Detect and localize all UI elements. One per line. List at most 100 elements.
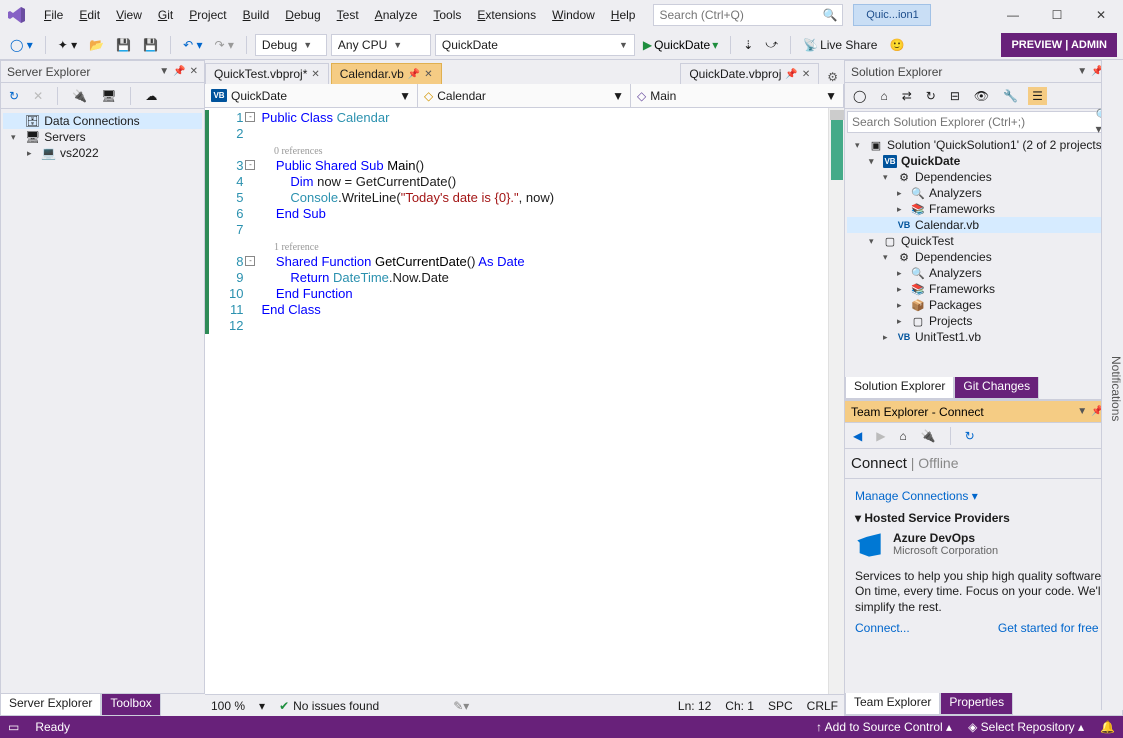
tab-toolbox[interactable]: Toolbox	[101, 694, 160, 716]
collapse-button[interactable]: ⊟	[946, 87, 964, 105]
startup-combo[interactable]: QuickDate▼	[435, 34, 635, 56]
redo-button[interactable]: ↷ ▾	[211, 36, 238, 54]
sol-item-dependencies[interactable]: ▾⚙Dependencies	[847, 249, 1120, 265]
notifications-strip[interactable]: Notifications	[1101, 60, 1123, 710]
close-icon[interactable]: ✕	[424, 69, 432, 80]
menu-extensions[interactable]: Extensions	[469, 5, 544, 25]
step-into-button[interactable]: ⇣	[739, 36, 757, 54]
sol-item-solution-quicksolution1-2-of-2-projects-[interactable]: ▾▣Solution 'QuickSolution1' (2 of 2 proj…	[847, 137, 1120, 153]
close-icon[interactable]: ✕	[190, 66, 198, 77]
back-button[interactable]: ◀	[849, 427, 866, 445]
minimize-button[interactable]: ―	[991, 0, 1035, 30]
se-item-data-connections[interactable]: 🗄Data Connections	[3, 113, 202, 129]
refresh-button[interactable]: ↻	[922, 87, 940, 105]
menu-window[interactable]: Window	[544, 5, 603, 25]
back-nav-button[interactable]: ◯ ▾	[6, 36, 37, 54]
save-all-button[interactable]: 💾	[139, 36, 162, 54]
sol-item-unittest1-vb[interactable]: ▸VBUnitTest1.vb	[847, 329, 1120, 345]
platform-combo[interactable]: Any CPU▼	[331, 34, 431, 56]
sol-item-analyzers[interactable]: ▸🔍Analyzers	[847, 185, 1120, 201]
connect-db-button[interactable]: 🔌	[68, 87, 91, 105]
new-item-button[interactable]: ✦ ▾	[54, 36, 81, 54]
sol-item-projects[interactable]: ▸▢Projects	[847, 313, 1120, 329]
spaces-indicator[interactable]: SPC	[768, 699, 793, 713]
close-button[interactable]: ✕	[1079, 0, 1123, 30]
fold-icon[interactable]: -	[245, 112, 255, 122]
fold-icon[interactable]: -	[245, 256, 255, 266]
se-item-vs2022[interactable]: ▸💻vs2022	[3, 145, 202, 161]
tab-git-changes[interactable]: Git Changes	[954, 377, 1039, 399]
connect-server-button[interactable]: 🖥	[97, 87, 120, 105]
menu-file[interactable]: File	[36, 5, 71, 25]
maximize-button[interactable]: ☐	[1035, 0, 1079, 30]
tab-server-explorer[interactable]: Server Explorer	[0, 694, 101, 716]
team-connect-header[interactable]: Connect | Offline ▼	[845, 449, 1122, 479]
menu-view[interactable]: View	[108, 5, 150, 25]
solution-name-badge[interactable]: Quic...ion1	[853, 4, 931, 26]
fold-icon[interactable]: -	[245, 160, 255, 170]
connect-link[interactable]: Connect...	[855, 621, 910, 635]
sync-button[interactable]: ⇄	[898, 87, 916, 105]
refresh-button[interactable]: ↻	[5, 87, 23, 105]
save-button[interactable]: 💾	[112, 36, 135, 54]
dropdown-icon[interactable]: ▼	[1077, 66, 1087, 77]
nav-member-combo[interactable]: ◇Main▼	[631, 84, 844, 107]
plug-button[interactable]: 🔌	[917, 427, 940, 445]
nav-project-combo[interactable]: VBQuickDate▼	[205, 84, 418, 107]
brush-icon[interactable]: ✎▾	[453, 699, 469, 713]
close-icon[interactable]: ✕	[802, 69, 810, 80]
solution-search[interactable]: 🔍▾	[847, 111, 1120, 133]
back-button[interactable]: ◯	[849, 87, 870, 105]
menu-project[interactable]: Project	[181, 5, 234, 25]
menu-debug[interactable]: Debug	[277, 5, 328, 25]
doc-tab-quickdate-vbproj[interactable]: QuickDate.vbproj📌✕	[680, 63, 819, 84]
gear-icon[interactable]: ⚙	[821, 70, 844, 84]
close-icon[interactable]: ✕	[311, 69, 319, 80]
doc-tab-quicktest-vbproj-[interactable]: QuickTest.vbproj*✕	[205, 63, 329, 84]
live-share-button[interactable]: 📡 Live Share	[799, 36, 881, 54]
sol-item-frameworks[interactable]: ▸📚Frameworks	[847, 281, 1120, 297]
tab-team-explorer[interactable]: Team Explorer	[845, 693, 940, 715]
dropdown-icon[interactable]: ▼	[1077, 406, 1087, 417]
show-all-button[interactable]: 👁	[970, 87, 993, 105]
solution-tree[interactable]: ▾▣Solution 'QuickSolution1' (2 of 2 proj…	[845, 135, 1122, 347]
sol-item-frameworks[interactable]: ▸📚Frameworks	[847, 201, 1120, 217]
menu-edit[interactable]: Edit	[71, 5, 108, 25]
issues-status[interactable]: ✔No issues found	[279, 699, 379, 713]
sol-item-analyzers[interactable]: ▸🔍Analyzers	[847, 265, 1120, 281]
menu-test[interactable]: Test	[329, 5, 367, 25]
zoom-combo[interactable]: 100 %	[211, 699, 245, 713]
server-explorer-tree[interactable]: 🗄Data Connections▾🖥Servers▸💻vs2022	[1, 109, 204, 165]
sol-item-calendar-vb[interactable]: VBCalendar.vb	[847, 217, 1120, 233]
undo-button[interactable]: ↶ ▾	[179, 36, 206, 54]
azure-button[interactable]: ☁	[141, 87, 161, 105]
forward-button[interactable]: ▶	[872, 427, 889, 445]
add-source-control[interactable]: ↑ Add to Source Control ▴	[816, 720, 952, 734]
properties-button[interactable]: 🔧	[999, 87, 1022, 105]
se-item-servers[interactable]: ▾🖥Servers	[3, 129, 202, 145]
preview-button[interactable]: ☰	[1028, 87, 1047, 105]
menu-help[interactable]: Help	[603, 5, 644, 25]
refresh-button[interactable]: ↻	[961, 427, 979, 445]
notifications-bell-icon[interactable]: 🔔	[1100, 720, 1115, 734]
doc-tab-calendar-vb[interactable]: Calendar.vb📌✕	[331, 63, 442, 84]
lineending-indicator[interactable]: CRLF	[807, 699, 838, 713]
stop-button[interactable]: ✕	[29, 87, 47, 105]
dropdown-icon[interactable]: ▼	[159, 66, 169, 77]
menu-tools[interactable]: Tools	[425, 5, 469, 25]
code-area[interactable]: -Public Class Calendar 0 references- Pub…	[251, 108, 828, 694]
pin-icon[interactable]: 📌	[785, 69, 797, 80]
run-button[interactable]: ▶ QuickDate ▾	[639, 36, 722, 54]
manage-connections-link[interactable]: Manage Connections ▾	[855, 489, 1112, 505]
sol-item-quickdate[interactable]: ▾VBQuickDate	[847, 153, 1120, 169]
pin-icon[interactable]: 📌	[173, 66, 185, 77]
config-combo[interactable]: Debug▼	[255, 34, 327, 56]
nav-class-combo[interactable]: ◇Calendar▼	[418, 84, 631, 107]
menu-git[interactable]: Git	[150, 5, 181, 25]
tab-solution-explorer[interactable]: Solution Explorer	[845, 377, 954, 399]
global-search[interactable]: 🔍	[653, 4, 843, 26]
menu-build[interactable]: Build	[235, 5, 278, 25]
code-editor[interactable]: 123456789101112 -Public Class Calendar 0…	[205, 108, 844, 694]
select-repository[interactable]: ◈ Select Repository ▴	[968, 720, 1084, 734]
get-started-link[interactable]: Get started for free ➜	[998, 621, 1112, 635]
